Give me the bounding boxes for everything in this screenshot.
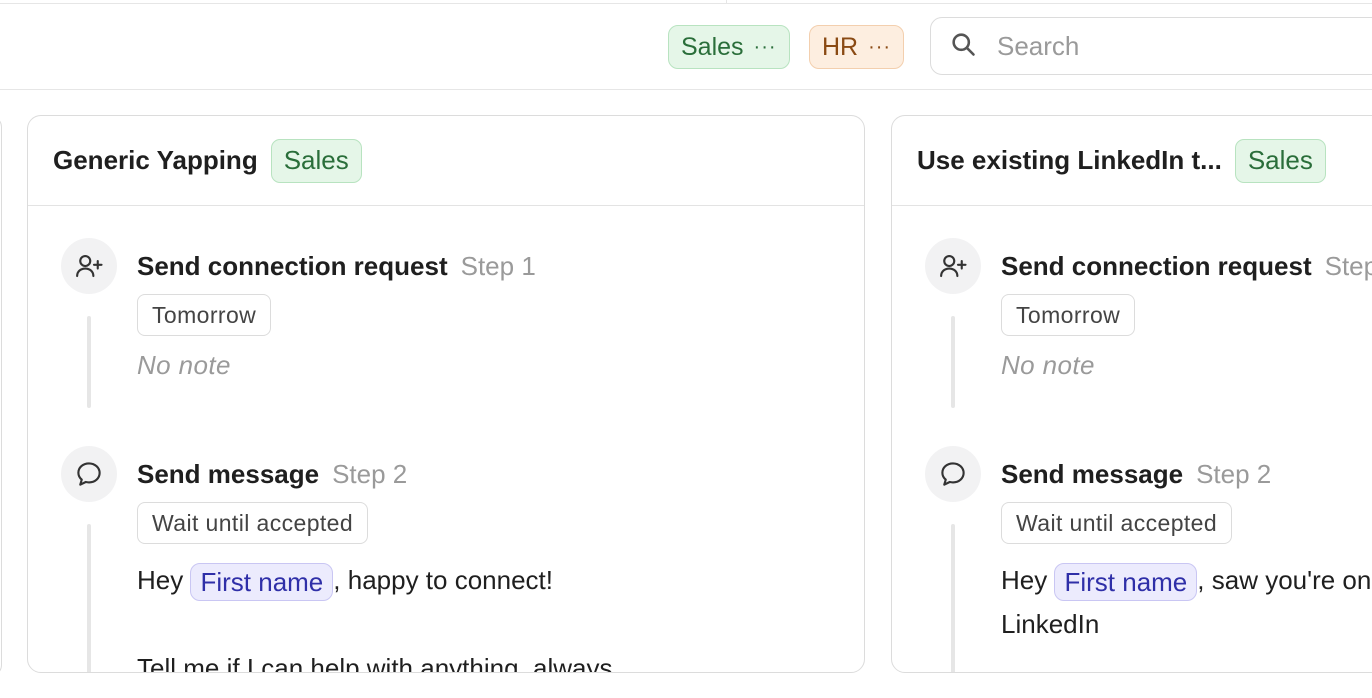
timing-chip[interactable]: Tomorrow bbox=[1001, 294, 1136, 336]
step-connector bbox=[87, 316, 91, 408]
card-body: Send connection request Step 1 Tomorrow … bbox=[892, 206, 1372, 672]
card-body: Send connection request Step 1 Tomorrow … bbox=[28, 206, 864, 673]
step-content: Send connection request Step 1 Tomorrow … bbox=[137, 238, 864, 381]
step-title: Send message bbox=[1001, 458, 1184, 489]
search-icon bbox=[949, 30, 977, 63]
step-connector bbox=[87, 524, 91, 672]
step-connector bbox=[951, 524, 955, 672]
step-number: Step 2 bbox=[332, 458, 408, 489]
toolbar: Sales ··· HR ··· bbox=[0, 4, 1372, 90]
tag-label: HR bbox=[822, 32, 859, 61]
user-plus-icon bbox=[925, 238, 981, 294]
previous-sequence-card bbox=[0, 116, 2, 676]
message-text: Tell me if I can help with anything, alw… bbox=[137, 653, 613, 673]
tag-label: Sales bbox=[681, 32, 744, 61]
message-text: Hey bbox=[137, 565, 191, 595]
tag-filter-hr[interactable]: HR ··· bbox=[809, 25, 905, 69]
step-title: Send connection request bbox=[1001, 250, 1312, 281]
timing-chip[interactable]: Wait until accepted bbox=[137, 502, 369, 544]
step-number: Step 1 bbox=[1324, 250, 1372, 281]
more-dots-icon[interactable]: ··· bbox=[868, 36, 891, 59]
chat-bubble-icon bbox=[61, 446, 117, 502]
sequence-tag[interactable]: Sales bbox=[1234, 138, 1326, 183]
sequence-title[interactable]: Generic Yapping bbox=[53, 145, 258, 176]
more-dots-icon[interactable]: ··· bbox=[754, 36, 777, 59]
step-content: Send connection request Step 1 Tomorrow … bbox=[1001, 238, 1372, 381]
step-title: Send message bbox=[137, 458, 320, 489]
sequence-card[interactable]: Generic Yapping Sales Send connection re… bbox=[27, 115, 865, 673]
variable-chip[interactable]: First name bbox=[190, 563, 334, 602]
tag-filter-sales[interactable]: Sales ··· bbox=[668, 25, 790, 69]
chat-bubble-icon bbox=[925, 446, 981, 502]
card-header: Generic Yapping Sales bbox=[28, 116, 864, 206]
step-connector bbox=[951, 316, 955, 408]
step-content: Send message Step 2 Wait until accepted … bbox=[1001, 446, 1372, 646]
user-plus-icon bbox=[61, 238, 117, 294]
step-title: Send connection request bbox=[137, 250, 448, 281]
message-text: Hey bbox=[1001, 565, 1055, 595]
timing-chip[interactable]: Wait until accepted bbox=[1001, 502, 1233, 544]
message-text: , happy to connect! bbox=[333, 565, 553, 595]
card-header: Use existing LinkedIn t... Sales bbox=[892, 116, 1372, 206]
message-text: LinkedIn bbox=[1001, 609, 1100, 639]
step-number: Step 2 bbox=[1196, 458, 1272, 489]
step-note: No note bbox=[1001, 350, 1095, 380]
message-text: , saw you're on bbox=[1197, 565, 1372, 595]
step-content: Send message Step 2 Wait until accepted … bbox=[137, 446, 864, 673]
sequence-card[interactable]: Use existing LinkedIn t... Sales Send co… bbox=[891, 115, 1372, 673]
timing-chip[interactable]: Tomorrow bbox=[137, 294, 272, 336]
search-input[interactable] bbox=[997, 30, 1357, 62]
search-box[interactable] bbox=[930, 17, 1372, 75]
sequence-title[interactable]: Use existing LinkedIn t... bbox=[917, 145, 1222, 176]
message-preview[interactable]: Hey First name, saw you're on LinkedIn bbox=[1001, 558, 1372, 646]
message-preview[interactable]: Hey First name, happy to connect! Tell m… bbox=[137, 558, 864, 673]
step-note: No note bbox=[137, 350, 231, 380]
sequence-tag[interactable]: Sales bbox=[270, 138, 362, 183]
variable-chip[interactable]: First name bbox=[1054, 563, 1198, 602]
step-number: Step 1 bbox=[460, 250, 536, 281]
